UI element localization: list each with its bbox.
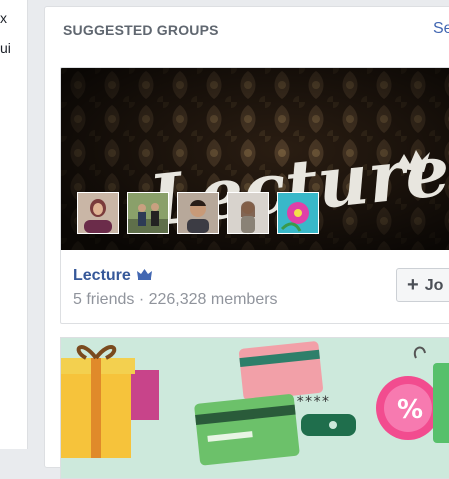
friend-avatar-1[interactable] bbox=[77, 192, 119, 234]
join-button-label: Jo bbox=[424, 276, 444, 294]
friend-avatar-4[interactable] bbox=[227, 192, 269, 234]
card-number-mask: **** bbox=[296, 394, 330, 410]
left-column: x ui bbox=[0, 0, 28, 449]
join-group-button[interactable]: + Jo bbox=[396, 268, 449, 302]
second-group-cover[interactable]: **** % bbox=[61, 338, 449, 478]
left-text-fragment-1: x bbox=[0, 10, 7, 26]
second-group-card[interactable]: **** % bbox=[60, 337, 449, 479]
crown-icon bbox=[136, 267, 153, 285]
group-name-link[interactable]: Lecture bbox=[73, 267, 153, 285]
group-card[interactable]: Lecture Lecture 5 friends · 226,328 memb… bbox=[60, 67, 449, 324]
left-text-fragment-2: ui bbox=[0, 40, 11, 56]
group-stats: 5 friends · 226,328 members bbox=[73, 291, 278, 308]
wallet-illustration bbox=[301, 414, 356, 436]
friend-avatar-2[interactable] bbox=[127, 192, 169, 234]
friend-avatar-3[interactable] bbox=[177, 192, 219, 234]
plus-icon: + bbox=[407, 273, 419, 296]
see-all-link[interactable]: Se bbox=[433, 20, 449, 38]
panel-title: SUGGESTED GROUPS bbox=[63, 22, 219, 38]
percent-sign: % bbox=[397, 395, 423, 425]
friend-avatar-5[interactable] bbox=[277, 192, 319, 234]
group-name-label: Lecture bbox=[73, 267, 131, 284]
suggested-groups-panel: SUGGESTED GROUPS Se Lecture Lecture 5 fr… bbox=[44, 6, 449, 479]
friend-avatars bbox=[77, 192, 319, 234]
